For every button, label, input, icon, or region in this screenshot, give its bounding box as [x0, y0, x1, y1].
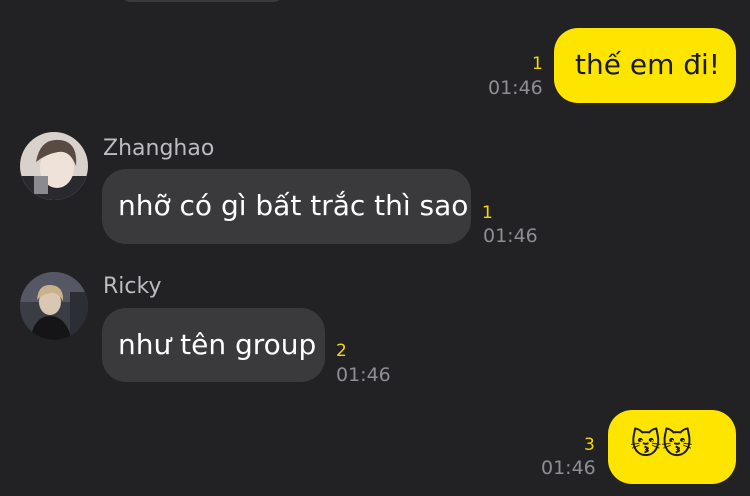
message-text: thế em đi! [575, 48, 721, 81]
outgoing-message-bubble[interactable]: thế em đi! [554, 28, 736, 103]
unread-count: 3 [584, 435, 595, 455]
incoming-message-bubble[interactable]: nhỡ có gì bất trắc thì sao [102, 169, 471, 244]
avatar-photo-icon [20, 132, 88, 200]
unread-count: 2 [336, 341, 347, 361]
unread-count: 1 [482, 203, 493, 223]
message-time: 01:46 [336, 364, 391, 386]
sender-name: Ricky [103, 274, 162, 299]
unread-count: 1 [532, 54, 543, 74]
outgoing-message-bubble[interactable]: 😽😽 [608, 410, 736, 484]
previous-message-bubble-partial[interactable] [122, 0, 282, 2]
chat-view[interactable]: 1 01:46 thế em đi! Zhanghao nhỡ có gì bấ… [0, 0, 750, 496]
avatar[interactable] [20, 132, 88, 200]
avatar[interactable] [20, 272, 88, 340]
avatar-photo-icon [20, 272, 88, 340]
message-time: 01:46 [483, 225, 538, 247]
message-time: 01:46 [541, 457, 596, 479]
message-emoji-text: 😽😽 [630, 427, 693, 462]
message-text: nhỡ có gì bất trắc thì sao [118, 189, 469, 222]
message-text: như tên group [118, 328, 317, 361]
incoming-message-bubble[interactable]: như tên group [102, 308, 325, 382]
sender-name: Zhanghao [103, 136, 215, 161]
message-time: 01:46 [488, 77, 543, 99]
